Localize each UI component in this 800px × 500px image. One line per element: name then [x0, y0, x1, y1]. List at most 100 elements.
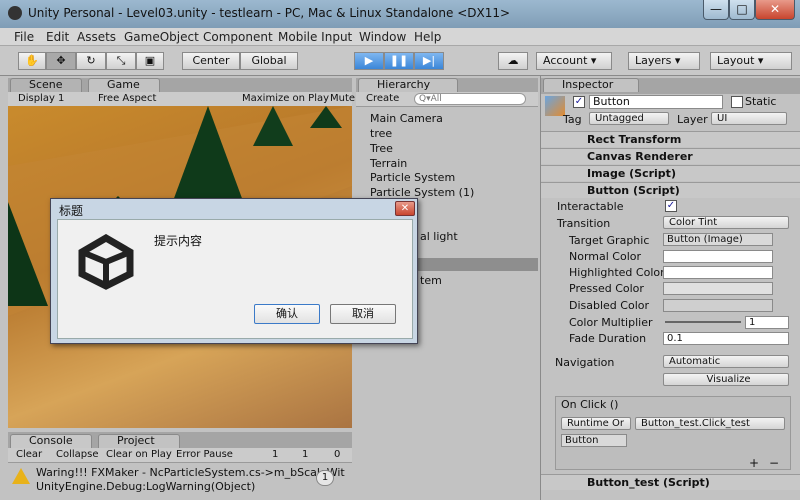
- fade-duration-field[interactable]: 0.1: [663, 332, 789, 345]
- hierarchy-item-particle[interactable]: Particle System: [370, 171, 455, 184]
- object-name-field[interactable]: Button: [589, 95, 723, 109]
- transition-dropdown[interactable]: Color Tint: [663, 216, 789, 229]
- static-label: Static: [745, 95, 777, 108]
- tab-game[interactable]: Game: [88, 78, 160, 92]
- rotate-tool-icon[interactable]: ↻: [76, 52, 106, 70]
- disabled-color-swatch[interactable]: [663, 299, 773, 312]
- close-window-button[interactable]: ✕: [755, 0, 795, 20]
- component-rect-transform[interactable]: Rect Transform: [541, 131, 800, 147]
- navigation-dropdown[interactable]: Automatic: [663, 355, 789, 368]
- active-checkbox[interactable]: ✓: [573, 96, 585, 108]
- pressed-color-label: Pressed Color: [569, 282, 644, 295]
- static-checkbox[interactable]: [731, 96, 743, 108]
- component-image[interactable]: Image (Script): [541, 165, 800, 181]
- console-line-2[interactable]: UnityEngine.Debug:LogWarning(Object): [36, 480, 255, 493]
- component-button-test[interactable]: Button_test (Script): [541, 474, 800, 490]
- hierarchy-search-input[interactable]: Q▾All: [414, 93, 526, 105]
- rect-tool-icon[interactable]: ▣: [136, 52, 164, 70]
- menu-help[interactable]: Help: [414, 30, 441, 44]
- window-titlebar: Unity Personal - Level03.unity - testlea…: [0, 0, 800, 28]
- step-button[interactable]: ▶|: [414, 52, 444, 70]
- color-multiplier-label: Color Multiplier: [569, 316, 653, 329]
- console-clear-button[interactable]: Clear: [16, 449, 42, 460]
- scale-tool-icon[interactable]: ⤡: [106, 52, 136, 70]
- target-graphic-field[interactable]: Button (Image): [663, 233, 773, 246]
- menu-window[interactable]: Window: [359, 30, 406, 44]
- interactable-checkbox[interactable]: ✓: [665, 200, 677, 212]
- menu-mobile-input[interactable]: Mobile Input: [278, 30, 352, 44]
- console-panel: Console Project Clear Collapse Clear on …: [8, 432, 352, 500]
- dialog-close-button[interactable]: ✕: [395, 201, 415, 216]
- console-line-1[interactable]: Waring!!! FXMaker - NcParticleSystem.cs-…: [36, 466, 345, 479]
- tab-inspector[interactable]: Inspector: [543, 78, 639, 92]
- onclick-label: On Click (): [561, 398, 619, 411]
- window-title: Unity Personal - Level03.unity - testlea…: [28, 6, 511, 20]
- component-button[interactable]: Button (Script): [541, 182, 800, 198]
- dialog-ok-button[interactable]: 确认: [254, 304, 320, 324]
- runtime-dropdown[interactable]: Runtime Or: [561, 417, 631, 430]
- transition-label: Transition: [557, 217, 611, 230]
- move-tool-icon[interactable]: ✥: [46, 52, 76, 70]
- hierarchy-item-tree[interactable]: tree: [370, 127, 392, 140]
- menu-edit[interactable]: Edit: [46, 30, 69, 44]
- tab-console[interactable]: Console: [10, 434, 92, 448]
- tab-scene[interactable]: Scene: [10, 78, 82, 92]
- fade-duration-label: Fade Duration: [569, 332, 647, 345]
- tag-dropdown[interactable]: Untagged: [589, 112, 669, 125]
- warning-icon: [12, 468, 30, 484]
- pivot-global-button[interactable]: Global: [240, 52, 298, 70]
- menu-file[interactable]: File: [14, 30, 34, 44]
- normal-color-swatch[interactable]: [663, 250, 773, 263]
- minimize-button[interactable]: —: [703, 0, 729, 20]
- component-canvas-renderer[interactable]: Canvas Renderer: [541, 148, 800, 164]
- error-count[interactable]: 0: [334, 449, 340, 460]
- onclick-object-field[interactable]: Button: [561, 434, 627, 447]
- dialog-title: 标题: [59, 204, 84, 218]
- visualize-button[interactable]: Visualize: [663, 373, 789, 386]
- color-multiplier-slider[interactable]: [665, 321, 741, 323]
- console-error-pause-button[interactable]: Error Pause: [176, 449, 233, 460]
- message-dialog: 标题 ✕ 提示内容 确认 取消: [50, 198, 418, 344]
- aspect-dropdown[interactable]: Free Aspect: [98, 93, 156, 104]
- console-clear-on-play-button[interactable]: Clear on Play: [106, 449, 172, 460]
- hierarchy-item-tree2[interactable]: Tree: [370, 142, 393, 155]
- hierarchy-item-light[interactable]: al light: [420, 230, 458, 243]
- layer-dropdown[interactable]: UI: [711, 112, 787, 125]
- hierarchy-item-main-camera[interactable]: Main Camera: [370, 112, 443, 125]
- pause-button[interactable]: ❚❚: [384, 52, 414, 70]
- dialog-cancel-button[interactable]: 取消: [330, 304, 396, 324]
- disabled-color-label: Disabled Color: [569, 299, 650, 312]
- game-view-bar: Display 1 Free Aspect Maximize on Play M…: [8, 92, 355, 107]
- play-button[interactable]: ▶: [354, 52, 384, 70]
- pivot-center-button[interactable]: Center: [182, 52, 240, 70]
- menu-gameobject[interactable]: GameObject: [124, 30, 199, 44]
- info-count[interactable]: 1: [272, 449, 278, 460]
- unity-logo-icon: [8, 6, 22, 20]
- create-dropdown[interactable]: Create: [366, 93, 399, 104]
- color-multiplier-field[interactable]: 1: [745, 316, 789, 329]
- pressed-color-swatch[interactable]: [663, 282, 773, 295]
- dialog-body: 提示内容 确认 取消: [57, 219, 413, 339]
- highlighted-color-swatch[interactable]: [663, 266, 773, 279]
- maximize-on-play-toggle[interactable]: Maximize on Play: [242, 93, 329, 104]
- remove-listener-button[interactable]: −: [769, 456, 779, 470]
- console-collapse-button[interactable]: Collapse: [56, 449, 99, 460]
- cloud-icon[interactable]: ☁: [498, 52, 528, 70]
- hierarchy-item-eventsystem[interactable]: tem: [420, 274, 442, 287]
- display-dropdown[interactable]: Display 1: [18, 93, 64, 104]
- maximize-button[interactable]: □: [729, 0, 755, 20]
- unity-logo-icon: [78, 234, 134, 290]
- layout-dropdown[interactable]: Layout ▾: [710, 52, 792, 70]
- tab-hierarchy[interactable]: Hierarchy: [358, 78, 458, 92]
- hand-tool-icon[interactable]: ✋: [18, 52, 46, 70]
- warning-count[interactable]: 1: [302, 449, 308, 460]
- mute-toggle[interactable]: Mute: [330, 93, 355, 104]
- hierarchy-item-terrain[interactable]: Terrain: [370, 157, 407, 170]
- add-listener-button[interactable]: +: [749, 456, 759, 470]
- menu-assets[interactable]: Assets: [77, 30, 116, 44]
- function-dropdown[interactable]: Button_test.Click_test: [635, 417, 785, 430]
- account-dropdown[interactable]: Account ▾: [536, 52, 612, 70]
- menu-component[interactable]: Component: [203, 30, 273, 44]
- layers-dropdown[interactable]: Layers ▾: [628, 52, 700, 70]
- tab-project[interactable]: Project: [98, 434, 180, 448]
